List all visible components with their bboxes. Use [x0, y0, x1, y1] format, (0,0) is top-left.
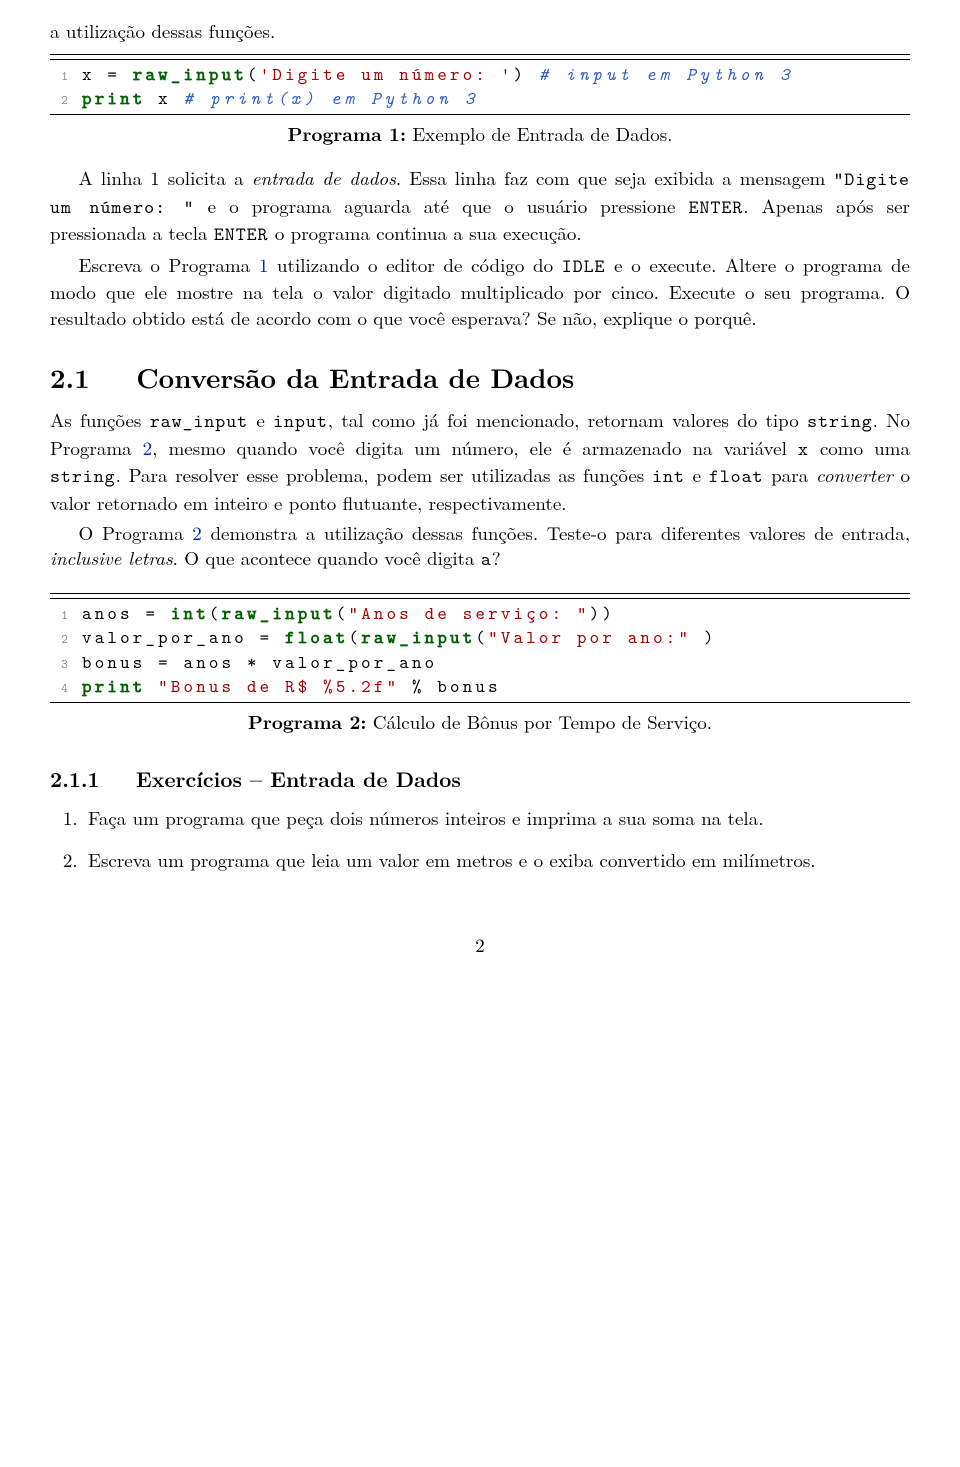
paragraph: O Programa 2 demonstra a utilização dess… — [50, 520, 910, 573]
code-text: anos = int(raw_input("Anos de serviço: "… — [82, 601, 615, 625]
intro-line: a utilização dessas funções. — [50, 18, 910, 44]
code-text: valor_por_ano = float(raw_input("Valor p… — [82, 625, 717, 649]
rule — [50, 702, 910, 703]
code-line: 2 print x # print(x) em Python 3 — [50, 86, 910, 110]
code-listing-2 — [50, 593, 910, 594]
page-number: 2 — [50, 932, 910, 958]
listing-caption-2: Programa 2: Cálculo de Bônus por Tempo d… — [50, 709, 910, 735]
code-listing-1-body: 1 x = raw_input('Digite um número: ') # … — [50, 59, 910, 111]
code-listing-2-body: 1 anos = int(raw_input("Anos de serviço: … — [50, 598, 910, 698]
code-line: 3 bonus = anos * valor_por_ano — [50, 650, 910, 674]
line-number: 3 — [50, 656, 68, 674]
exercise-list: Faça um programa que peça dois números i… — [50, 805, 910, 872]
ref-link[interactable]: 1 — [259, 251, 269, 278]
code-text: print x # print(x) em Python 3 — [82, 86, 479, 110]
code-line: 1 anos = int(raw_input("Anos de serviço: … — [50, 601, 910, 625]
line-number: 1 — [50, 607, 68, 625]
code-text: bonus = anos * valor_por_ano — [82, 650, 437, 674]
code-text: print "Bonus de R$ %5.2f" % bonus — [82, 674, 501, 698]
ref-link[interactable]: 2 — [143, 434, 153, 461]
paragraph: Escreva o Programa 1 utilizando o editor… — [50, 252, 910, 331]
exercise-item: Faça um programa que peça dois números i… — [84, 805, 910, 831]
line-number: 4 — [50, 680, 68, 698]
paragraph: As funções raw_input e input, tal como j… — [50, 407, 910, 516]
ref-link[interactable]: 2 — [192, 519, 202, 546]
exercise-item: Escreva um programa que leia um valor em… — [84, 847, 910, 873]
listing-caption-1: Programa 1: Exemplo de Entrada de Dados. — [50, 121, 910, 147]
code-listing-1 — [50, 54, 910, 55]
line-number: 2 — [50, 92, 68, 110]
line-number: 2 — [50, 631, 68, 649]
subsection-heading-2-1-1: 2.1.1 Exercícios – Entrada de Dados — [50, 765, 910, 793]
code-line: 2 valor_por_ano = float(raw_input("Valor … — [50, 625, 910, 649]
rule — [50, 114, 910, 115]
code-line: 4 print "Bonus de R$ %5.2f" % bonus — [50, 674, 910, 698]
line-number: 1 — [50, 68, 68, 86]
section-heading-2-1: 2.1 Conversão da Entrada de Dados — [50, 359, 910, 395]
code-line: 1 x = raw_input('Digite um número: ') # … — [50, 62, 910, 86]
code-text: x = raw_input('Digite um número: ') # in… — [82, 62, 794, 86]
paragraph: A linha 1 solicita a entrada de dados. E… — [50, 165, 910, 248]
